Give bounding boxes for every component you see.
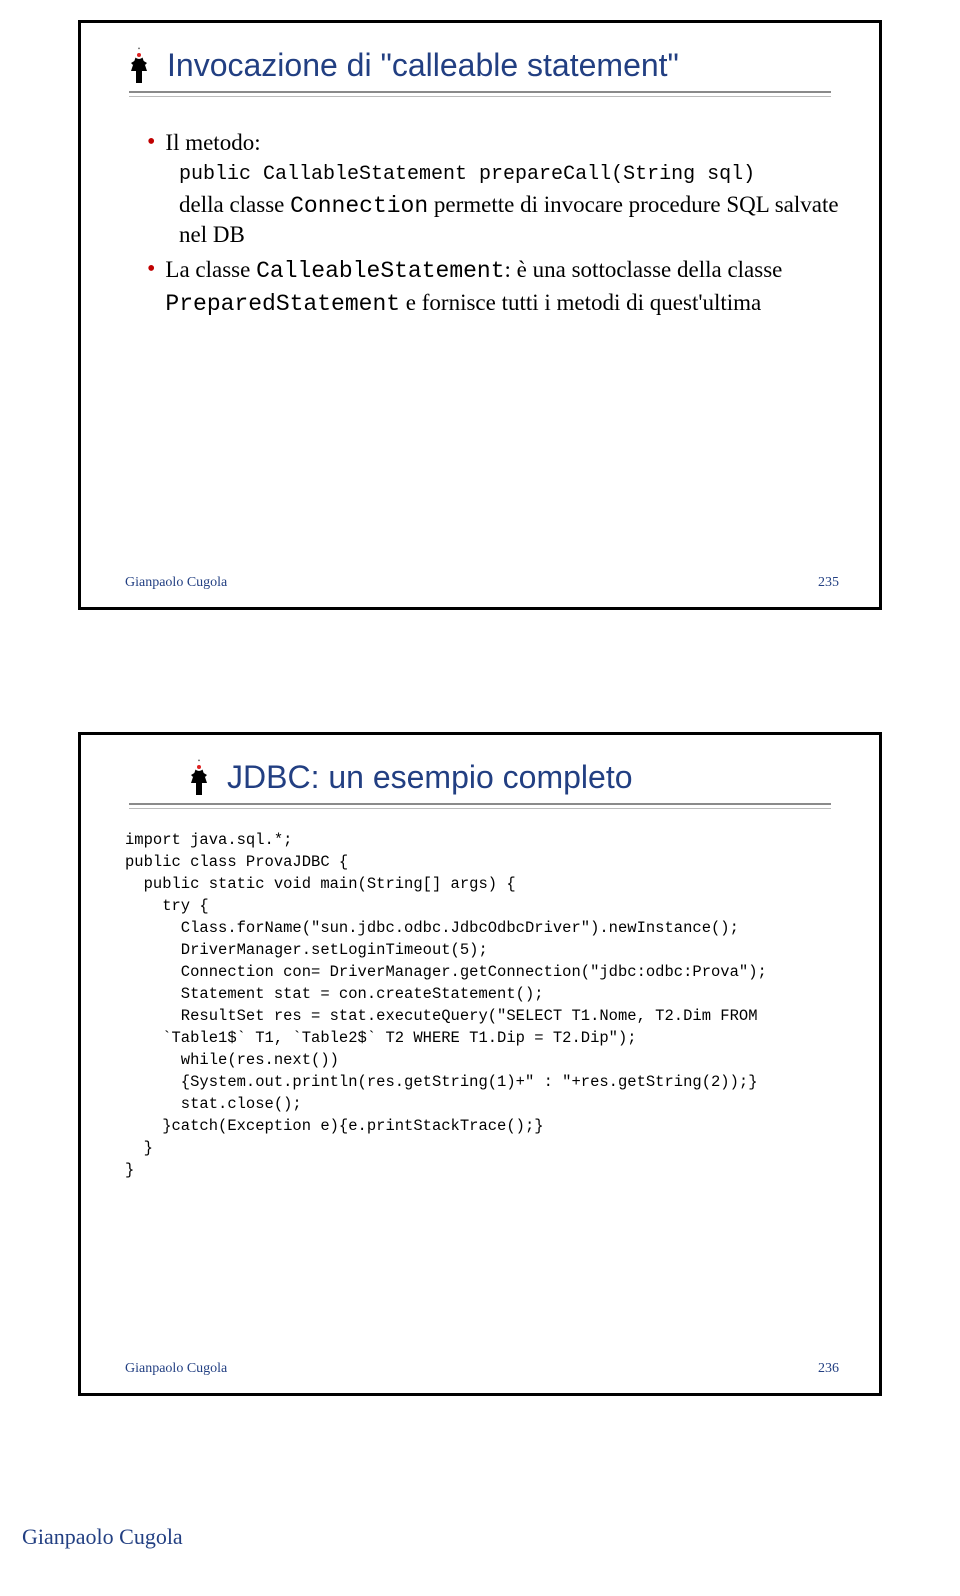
rule-line bbox=[129, 91, 831, 93]
footer-author: Gianpaolo Cugola bbox=[125, 575, 227, 591]
slide-title: Invocazione di "calleable statement" bbox=[167, 47, 679, 84]
duke-icon bbox=[125, 45, 153, 85]
slide-title: JDBC: un esempio completo bbox=[227, 759, 633, 796]
bullet-dot-icon: • bbox=[147, 127, 155, 158]
rule-line bbox=[129, 803, 831, 805]
page-footer-author: Gianpaolo Cugola bbox=[22, 1524, 183, 1550]
bullet-text: La classe CalleableStatement: è una sott… bbox=[165, 254, 843, 320]
duke-icon bbox=[185, 757, 213, 797]
rule-line-thin bbox=[129, 808, 831, 809]
bullet-continuation: della classe Connection permette di invo… bbox=[179, 191, 843, 250]
slide-236: JDBC: un esempio completo import java.sq… bbox=[78, 732, 882, 1396]
rule-line-thin bbox=[129, 96, 831, 97]
footer-author: Gianpaolo Cugola bbox=[125, 1361, 227, 1377]
code-block: import java.sql.*; public class ProvaJDB… bbox=[125, 829, 843, 1181]
bullet-dot-icon: • bbox=[147, 254, 155, 320]
bullet-item: • La classe CalleableStatement: è una so… bbox=[147, 254, 843, 320]
footer-page-number: 235 bbox=[818, 575, 839, 591]
footer-page-number: 236 bbox=[818, 1361, 839, 1377]
bullet-item: • Il metodo: bbox=[147, 127, 843, 158]
code-line: public CallableStatement prepareCall(Str… bbox=[179, 162, 843, 187]
slide-235: Invocazione di "calleable statement" • I… bbox=[78, 20, 882, 610]
bullet-text: Il metodo: bbox=[165, 127, 260, 158]
